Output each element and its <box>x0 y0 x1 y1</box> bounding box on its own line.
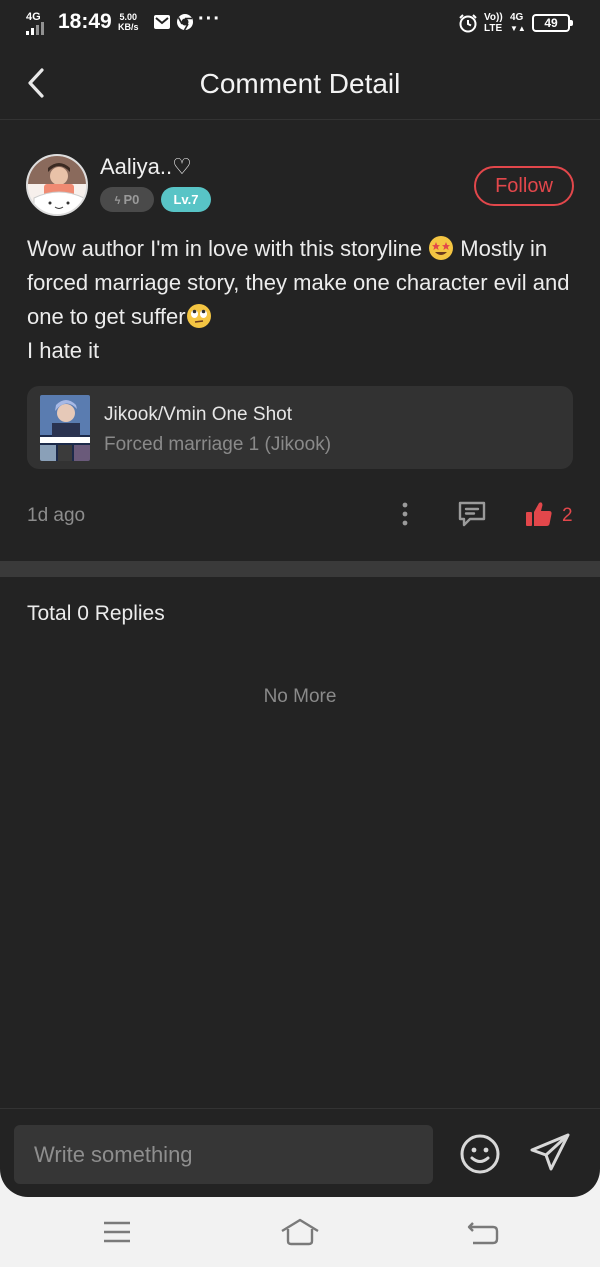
eye-roll-emoji-icon <box>186 304 211 328</box>
thumbs-up-icon[interactable] <box>524 500 554 528</box>
top-app-bar: Comment Detail <box>0 48 600 120</box>
book-chapter: Forced marriage 1 (Jikook) <box>104 434 332 455</box>
no-more-indicator: No More <box>263 686 337 707</box>
volte-label: Vo)) <box>484 12 503 23</box>
comment-text-part1: Wow author I'm in love with this storyli… <box>27 236 429 261</box>
speed-unit: KB/s <box>118 22 139 32</box>
section-divider <box>0 561 600 577</box>
battery-icon: 49 <box>532 14 573 32</box>
total-replies-heading: Total 0 Replies <box>27 602 165 625</box>
avatar[interactable] <box>26 154 88 216</box>
back-nav-icon[interactable] <box>463 1217 503 1247</box>
clock: 18:49 <box>58 10 112 33</box>
points-badge-label: P0 <box>123 192 140 207</box>
chrome-notification-icon <box>177 14 193 31</box>
reply-input-bar <box>0 1108 600 1197</box>
emoji-picker-icon[interactable] <box>459 1133 501 1175</box>
signal-icon <box>26 22 44 35</box>
book-title: Jikook/Vmin One Shot <box>104 404 292 425</box>
mail-notification-icon <box>154 15 170 29</box>
comment-text-part3: I hate it <box>27 338 100 363</box>
network-speed: 5.00 KB/s <box>118 12 139 32</box>
book-cover-image <box>40 395 90 461</box>
star-struck-emoji-icon <box>429 236 454 260</box>
points-badge: ϟ P0 <box>100 187 154 212</box>
send-icon[interactable] <box>528 1131 572 1175</box>
comment-body: Wow author I'm in love with this storyli… <box>27 232 575 368</box>
speed-value: 5.00 <box>119 12 138 22</box>
page-title: Comment Detail <box>199 68 401 99</box>
more-options-icon[interactable] <box>395 500 415 528</box>
like-count: 2 <box>562 505 573 526</box>
alarm-icon <box>459 14 477 33</box>
status-bar: 4G 18:49 5.00 KB/s ··· Vo)) LTE 4G ▼▲ 49 <box>0 0 600 48</box>
network-type-right-label: 4G <box>510 12 524 23</box>
level-badge: Lv.7 <box>161 187 211 212</box>
username[interactable]: Aaliya..♡ <box>100 154 192 180</box>
home-icon[interactable] <box>280 1217 320 1247</box>
network-type-left: 4G <box>26 11 41 23</box>
lte-label: LTE <box>484 23 503 34</box>
more-notifications: ··· <box>198 8 221 30</box>
data-activity-icon: ▼▲ <box>510 24 526 33</box>
comment-detail-screen: 4G 18:49 5.00 KB/s ··· Vo)) LTE 4G ▼▲ 49… <box>0 0 600 1197</box>
reply-input[interactable] <box>14 1125 433 1184</box>
system-navigation-bar <box>0 1197 600 1267</box>
comment-timestamp: 1d ago <box>27 505 86 526</box>
book-card[interactable]: Jikook/Vmin One Shot Forced marriage 1 (… <box>27 386 573 469</box>
follow-button[interactable]: Follow <box>474 166 574 206</box>
volte-indicator: Vo)) LTE <box>484 12 503 34</box>
menu-icon[interactable] <box>97 1217 137 1247</box>
network-type-right: 4G ▼▲ <box>510 12 526 34</box>
avatar-image <box>28 156 86 214</box>
reply-comment-icon[interactable] <box>456 498 488 530</box>
